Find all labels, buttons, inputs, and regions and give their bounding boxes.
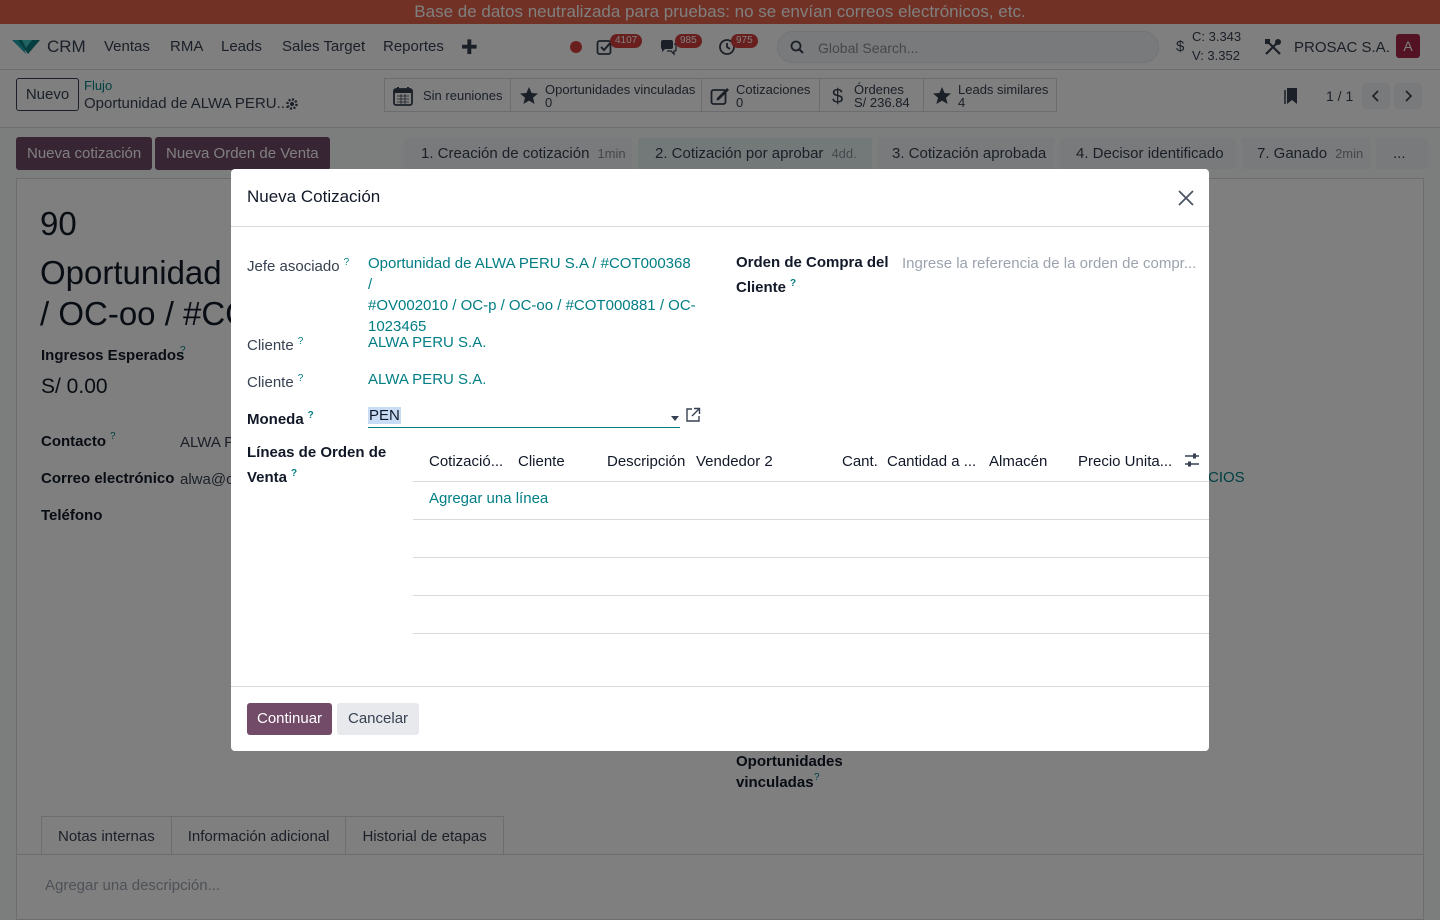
col-descripcion[interactable]: Descripción xyxy=(607,453,685,470)
external-link-icon[interactable] xyxy=(685,407,701,423)
currency-value: PEN xyxy=(368,407,401,424)
dialog-footer: Continuar Cancelar xyxy=(231,686,1209,751)
client2-label: Cliente? xyxy=(247,373,304,391)
col-cant[interactable]: Cant. xyxy=(842,453,878,470)
column-options-icon[interactable] xyxy=(1184,452,1200,468)
table-row-divider xyxy=(413,519,1209,520)
help-icon: ? xyxy=(307,410,314,421)
client-link[interactable]: ALWA PERU S.A. xyxy=(368,332,486,353)
table-row-divider xyxy=(413,557,1209,558)
order-lines-label-line-2: Venta xyxy=(247,469,288,486)
client2-link[interactable]: ALWA PERU S.A. xyxy=(368,369,486,390)
col-cotizacion[interactable]: Cotizació... xyxy=(429,453,503,470)
order-lines-label: Líneas de Orden de Venta? xyxy=(247,442,386,488)
col-almacen[interactable]: Almacén xyxy=(989,453,1047,470)
col-precio-unitario[interactable]: Precio Unita... xyxy=(1078,453,1172,470)
customer-po-label: Orden de Compra del Cliente? xyxy=(736,252,889,298)
help-icon: ? xyxy=(297,336,304,347)
dialog-header: Nueva Cotización xyxy=(231,169,1209,227)
parent-opportunity-link[interactable]: Oportunidad de ALWA PERU S.A / #COT00036… xyxy=(368,253,698,337)
col-cliente[interactable]: Cliente xyxy=(518,453,565,470)
cancel-button[interactable]: Cancelar xyxy=(337,703,420,735)
table-row-divider xyxy=(413,595,1209,596)
currency-label: Moneda? xyxy=(247,410,314,428)
order-lines-label-line-1: Líneas de Orden de xyxy=(247,444,387,461)
customer-po-input[interactable]: Ingrese la referencia de la orden de com… xyxy=(902,255,1196,272)
continue-button[interactable]: Continuar xyxy=(247,703,333,735)
help-icon: ? xyxy=(297,373,304,384)
help-icon: ? xyxy=(291,468,298,479)
parent-value-line-2: #OV002010 / OC-p / OC-oo / #COT000881 / … xyxy=(368,297,696,314)
dropdown-caret-icon[interactable] xyxy=(671,416,679,421)
client-label: Cliente? xyxy=(247,336,304,354)
customer-po-label-line-1: Orden de Compra del xyxy=(736,254,889,271)
close-icon[interactable] xyxy=(1177,189,1195,207)
new-quotation-dialog: Nueva Cotización Jefe asociado? Oportuni… xyxy=(231,169,1209,751)
customer-po-label-line-2: Cliente xyxy=(736,279,787,296)
help-icon: ? xyxy=(790,278,797,289)
table-row-divider xyxy=(413,633,1209,634)
parent-label: Jefe asociado? xyxy=(247,257,350,275)
col-vendedor-2[interactable]: Vendedor 2 xyxy=(696,453,773,470)
parent-value-line-1: Oportunidad de ALWA PERU S.A / #COT00036… xyxy=(368,255,691,293)
dialog-title: Nueva Cotización xyxy=(247,187,381,206)
help-icon: ? xyxy=(343,257,350,268)
col-cantidad-a[interactable]: Cantidad a ... xyxy=(887,453,976,470)
add-line-row: Agregar una línea xyxy=(413,481,1209,519)
add-line-link[interactable]: Agregar una línea xyxy=(429,490,548,507)
currency-select[interactable]: PEN xyxy=(368,406,680,428)
